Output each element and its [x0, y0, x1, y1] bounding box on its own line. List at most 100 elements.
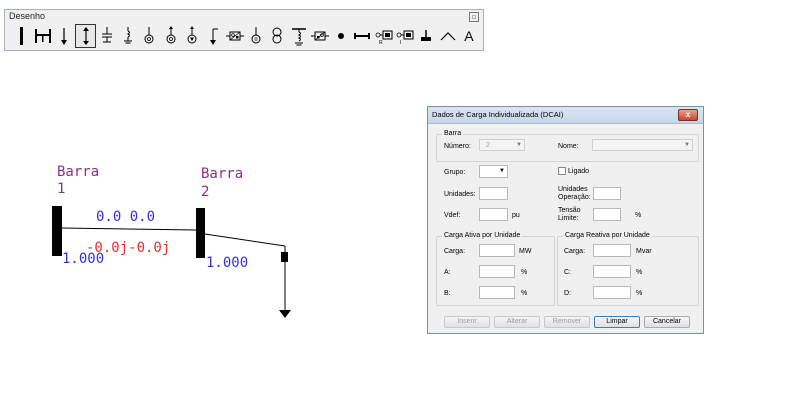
cancelar-button[interactable]: Cancelar: [644, 316, 690, 328]
transformer-tool-icon: [272, 27, 282, 44]
bus-1-label: Barra: [57, 164, 100, 180]
c-unit: %: [636, 269, 643, 276]
tensao-limite-label-2: Limite:: [558, 215, 579, 222]
toolbar-title: Desenho: [9, 11, 46, 21]
ground-tool[interactable]: [416, 24, 437, 48]
inverter-tool[interactable]: I: [394, 24, 415, 48]
a-input[interactable]: [479, 265, 515, 278]
numero-value: 2: [486, 142, 490, 149]
chevron-down-icon: ▼: [684, 142, 690, 148]
nome-combo[interactable]: ▼: [592, 139, 693, 151]
a-label: A:: [444, 269, 451, 276]
svg-text:R: R: [379, 40, 383, 46]
alterar-button[interactable]: Alterar: [494, 316, 540, 328]
motor-tool[interactable]: [245, 24, 266, 48]
unidades-label: Unidades:: [444, 191, 476, 198]
vdef-unit: pu: [512, 212, 520, 219]
tensao-limite-unit: %: [635, 212, 642, 219]
shunt-capacitor-tool-icon: [101, 27, 112, 43]
converter-tool-icon: [225, 31, 244, 41]
node-tool-icon: [338, 33, 345, 39]
three-winding-transformer-tool[interactable]: [288, 24, 309, 48]
c-label: C:: [564, 269, 571, 276]
vdef-input[interactable]: [479, 208, 508, 221]
load-tool-icon: [61, 28, 68, 45]
tensao-limite-label-1: Tensão: [558, 207, 581, 214]
load-arrow-icon[interactable]: [279, 310, 291, 318]
three-winding-transformer-tool-icon: [291, 28, 306, 46]
unidades-operacao-input[interactable]: [593, 187, 621, 200]
rectifier-tool-icon: R: [375, 30, 393, 46]
carga-ativa-input[interactable]: [479, 244, 515, 257]
bus-2-bar[interactable]: [196, 208, 205, 258]
unidades-operacao-label-2: Operação:: [558, 194, 591, 201]
d-input[interactable]: [593, 286, 631, 299]
transmission-line[interactable]: [61, 227, 197, 231]
shunt-capacitor-tool[interactable]: [96, 24, 117, 48]
grupo-combo[interactable]: ▼: [479, 165, 508, 178]
numero-label: Número:: [444, 143, 471, 150]
text-tool-icon: A: [464, 28, 474, 44]
chevron-down-icon: ▼: [516, 142, 522, 148]
grupo-label: Grupo:: [444, 169, 466, 176]
synchronous-compensator-tool[interactable]: [160, 24, 181, 48]
load-connection[interactable]: [204, 233, 286, 247]
transformer-tool[interactable]: [267, 24, 288, 48]
synchronous-compensator-tool-icon: [166, 26, 176, 44]
shunt-reactor-tool-icon: [124, 27, 133, 44]
tensao-limite-input[interactable]: [593, 208, 621, 221]
dc-line-tool[interactable]: [352, 24, 373, 48]
converter-tool[interactable]: [224, 24, 245, 48]
bus-1-bar[interactable]: [52, 206, 62, 256]
load-breaker-icon[interactable]: [281, 252, 288, 262]
a-unit: %: [521, 269, 528, 276]
c-input[interactable]: [593, 265, 631, 278]
chevron-down-icon: ▼: [499, 168, 505, 174]
dcai-dialog: Dados de Carga Individualizada (DCAI) x …: [427, 106, 704, 334]
arc-tool-icon: [440, 32, 456, 41]
carga-ativa-label: Carga:: [444, 248, 466, 255]
node-tool[interactable]: [330, 24, 351, 48]
individual-load-tool[interactable]: [203, 24, 224, 48]
bus-2-number: 2: [201, 184, 210, 200]
series-compensator-tool[interactable]: [309, 24, 330, 48]
carga-reativa-label: Carga:: [564, 248, 586, 255]
bus-2-label: Barra: [201, 166, 244, 182]
ligado-checkbox[interactable]: [558, 167, 566, 175]
ligado-label: Ligado: [568, 168, 590, 175]
carga-ativa-unit: MW: [519, 248, 532, 255]
limpar-button[interactable]: Limpar: [594, 316, 640, 328]
carga-reativa-input[interactable]: [593, 244, 631, 257]
rectifier-tool[interactable]: R: [373, 24, 394, 48]
shunt-reactor-tool[interactable]: [117, 24, 138, 48]
line-tool[interactable]: [32, 24, 53, 48]
toolbar-restore-button[interactable]: ▫: [469, 12, 479, 22]
dialog-titlebar[interactable]: Dados de Carga Individualizada (DCAI) x: [428, 107, 703, 124]
carga-reativa-unit: Mvar: [636, 248, 652, 255]
bus-tool[interactable]: [11, 24, 32, 48]
inserir-button[interactable]: Inserir: [444, 316, 490, 328]
generator-tool-icon: [144, 27, 154, 44]
series-compensator-tool-icon: [310, 31, 329, 41]
generator-tool[interactable]: [139, 24, 160, 48]
b-unit: %: [521, 290, 528, 297]
load-tool[interactable]: [54, 24, 75, 48]
d-label: D:: [564, 290, 571, 297]
arc-tool[interactable]: [437, 24, 458, 48]
static-compensator-tool[interactable]: [181, 24, 202, 48]
one-line-diagram: Barra 1 Barra 2 0.0 0.0 -0.0j-0.0j 1.000…: [0, 160, 330, 330]
connection-tool-icon: [82, 27, 89, 45]
text-tool[interactable]: A: [458, 24, 479, 48]
motor-tool-icon: [251, 27, 261, 44]
barra-group-label: Barra: [442, 130, 464, 137]
b-input[interactable]: [479, 286, 515, 299]
numero-combo[interactable]: 2 ▼: [479, 139, 525, 151]
svg-text:I: I: [400, 40, 401, 46]
nome-label: Nome:: [558, 143, 579, 150]
drawing-toolbar: Desenho ▫ R I A: [4, 9, 484, 51]
dialog-close-button[interactable]: x: [678, 109, 698, 121]
carga-reativa-group-label: Carga Reativa por Unidade: [563, 232, 652, 239]
remover-button[interactable]: Remover: [544, 316, 590, 328]
unidades-input[interactable]: [479, 187, 508, 200]
connection-tool[interactable]: [74, 24, 97, 48]
